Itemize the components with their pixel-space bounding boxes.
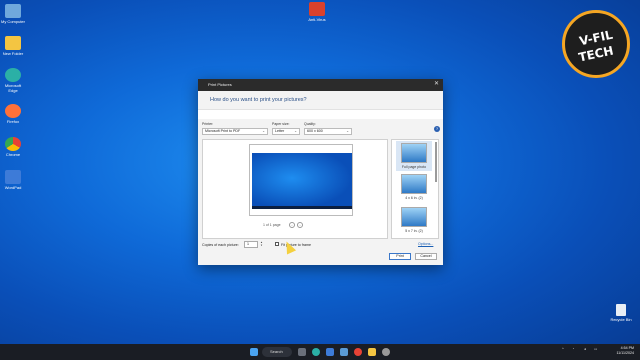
edge-icon[interactable] bbox=[312, 348, 320, 356]
task-view-icon[interactable] bbox=[298, 348, 306, 356]
chrome-icon[interactable] bbox=[354, 348, 362, 356]
layout-4x6[interactable]: 4 x 6 in. (2) bbox=[396, 174, 432, 200]
previous-page-button[interactable]: ‹ bbox=[289, 222, 295, 228]
layout-5x7[interactable]: 5 x 7 in. (2) bbox=[396, 207, 432, 233]
computer-icon bbox=[5, 4, 21, 18]
layout-label: 5 x 7 in. (2) bbox=[405, 229, 423, 233]
desktop-icon-label: Anti-Virus bbox=[308, 17, 326, 22]
quality-value: 600 x 600 bbox=[307, 129, 323, 133]
firefox-icon bbox=[5, 104, 21, 118]
copies-stepper[interactable]: ▲ ▼ bbox=[259, 241, 264, 248]
layout-thumbnail bbox=[401, 174, 427, 194]
close-icon[interactable]: ✕ bbox=[434, 80, 439, 87]
desktop-icon-firefox[interactable]: Firefox bbox=[0, 104, 26, 124]
file-explorer-icon[interactable] bbox=[368, 348, 376, 356]
quality-label: Quality: bbox=[304, 122, 316, 126]
chevron-down-icon: ⌄ bbox=[346, 129, 349, 133]
desktop-icon-my-computer[interactable]: My Computer bbox=[0, 4, 26, 24]
network-icon[interactable]: ◔ bbox=[572, 347, 574, 351]
desktop-icon-edge[interactable]: Microsoft Edge bbox=[0, 68, 26, 93]
desktop-icon-new-folder[interactable]: New Folder bbox=[0, 36, 26, 56]
dialog-header: How do you want to print your pictures? bbox=[198, 91, 443, 109]
preview-thumbnail bbox=[249, 144, 353, 216]
layout-scrollbar[interactable] bbox=[435, 142, 437, 182]
page-info: 1 of 1 page bbox=[263, 223, 281, 227]
desktop-icon-label: Microsoft Edge bbox=[4, 83, 22, 93]
chevron-down-icon: ⌄ bbox=[262, 129, 265, 133]
options-strip bbox=[198, 109, 443, 119]
edge-icon bbox=[5, 68, 21, 82]
desktop-icon-label: WordPad bbox=[4, 185, 22, 190]
taskbar-search[interactable]: Search bbox=[262, 347, 292, 357]
options-link[interactable]: Options... bbox=[418, 242, 433, 246]
layout-label: Full page photo bbox=[401, 165, 427, 169]
desktop-icon-label: Chrome bbox=[5, 152, 21, 157]
layout-list: Full page photo 4 x 6 in. (2) 5 x 7 in. … bbox=[391, 139, 439, 239]
preview-image bbox=[252, 153, 352, 209]
printer-value: Microsoft Print to PDF bbox=[205, 129, 241, 133]
paper-size-value: Letter bbox=[275, 129, 285, 133]
fit-picture-checkbox[interactable] bbox=[275, 242, 279, 246]
layout-label: 4 x 6 in. (2) bbox=[405, 196, 423, 200]
desktop-icon-label: New Folder bbox=[2, 51, 24, 56]
volume-icon[interactable]: ◂ bbox=[584, 347, 586, 351]
folder-icon bbox=[5, 36, 21, 50]
print-preview-area: 1 of 1 page ‹ › bbox=[202, 139, 388, 239]
antivirus-icon bbox=[309, 2, 325, 16]
preview-taskbar bbox=[252, 206, 352, 209]
desktop-icon-antivirus[interactable]: Anti-Virus bbox=[304, 2, 330, 22]
dialog-title: Print Pictures bbox=[208, 82, 232, 87]
print-pictures-dialog: Print Pictures ✕ How do you want to prin… bbox=[198, 79, 443, 265]
taskbar-clock[interactable]: 4:54 PM 11/11/2024 bbox=[606, 346, 634, 356]
search-label: Search bbox=[270, 349, 283, 354]
battery-icon[interactable]: ▭ bbox=[594, 347, 597, 351]
desktop-icon-chrome[interactable]: Chrome bbox=[0, 137, 26, 157]
mail-icon[interactable] bbox=[340, 348, 348, 356]
desktop-icon-recycle-bin[interactable]: Recycle Bin bbox=[609, 304, 633, 322]
wordpad-icon bbox=[5, 170, 21, 184]
copies-label: Copies of each picture: bbox=[202, 243, 239, 247]
start-icon[interactable] bbox=[250, 348, 258, 356]
dialog-question: How do you want to print your pictures? bbox=[210, 97, 307, 103]
dialog-titlebar: Print Pictures ✕ bbox=[198, 79, 443, 91]
copies-input[interactable]: 1 bbox=[244, 241, 258, 248]
desktop-icon-wordpad[interactable]: WordPad bbox=[0, 170, 26, 190]
channel-logo: V-FIL TECH bbox=[562, 10, 630, 78]
tray-chevron-icon[interactable]: ^ bbox=[562, 347, 564, 351]
settings-icon[interactable] bbox=[382, 348, 390, 356]
printer-select[interactable]: Microsoft Print to PDF ⌄ bbox=[202, 128, 268, 135]
paper-size-select[interactable]: Letter ⌄ bbox=[272, 128, 300, 135]
paper-size-label: Paper size: bbox=[272, 122, 290, 126]
recycle-bin-icon bbox=[616, 304, 626, 316]
teams-icon[interactable] bbox=[326, 348, 334, 356]
chrome-icon bbox=[5, 137, 21, 151]
chevron-down-icon: ⌄ bbox=[294, 129, 297, 133]
cancel-button[interactable]: Cancel bbox=[415, 253, 437, 260]
desktop-icon-label: Recycle Bin bbox=[610, 317, 632, 322]
quality-select[interactable]: 600 x 600 ⌄ bbox=[304, 128, 352, 135]
print-button[interactable]: Print bbox=[389, 253, 411, 260]
help-icon[interactable]: ? bbox=[434, 126, 440, 132]
taskbar: Search ^ ◔ ◂ ▭ 4:54 PM 11/11/2024 bbox=[0, 344, 640, 360]
desktop-icon-label: Firefox bbox=[6, 119, 20, 124]
printer-label: Printer: bbox=[202, 122, 214, 126]
next-page-button[interactable]: › bbox=[297, 222, 303, 228]
layout-full-page[interactable]: Full page photo bbox=[396, 141, 432, 171]
desktop-icon-label: My Computer bbox=[0, 19, 25, 24]
layout-thumbnail bbox=[401, 143, 427, 163]
layout-thumbnail bbox=[401, 207, 427, 227]
clock-date: 11/11/2024 bbox=[616, 351, 634, 355]
